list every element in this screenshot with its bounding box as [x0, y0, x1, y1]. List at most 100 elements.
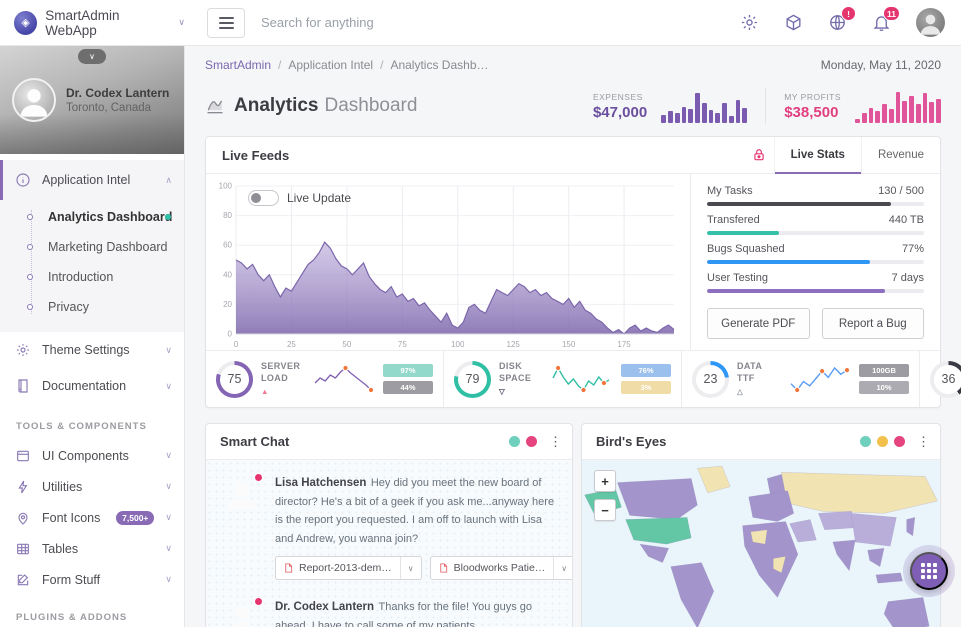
settings-gear-icon[interactable]: [740, 13, 759, 32]
map-pin-icon: [15, 510, 31, 526]
smart-chat-title: Smart Chat: [206, 434, 289, 449]
active-page-dot: [165, 214, 171, 220]
sender-name: Dr. Codex Lantern: [275, 601, 374, 613]
status-badge: 3%: [621, 381, 671, 394]
world-map-area: + −: [582, 460, 940, 627]
status-badge: 76%: [621, 364, 671, 377]
disk-space-ring: 79: [454, 361, 491, 398]
live-feeds-tabs: Live Stats Revenue: [752, 137, 940, 173]
disk-space-sparkline: [549, 364, 613, 394]
edit-pencil-icon: [15, 572, 31, 588]
sidebar-item-font-icons[interactable]: Font Icons 7,500+ ∨: [0, 502, 184, 533]
attachment-bloodworks-pdf[interactable]: Bloodworks Patie… ∨: [430, 556, 573, 580]
table-icon: [15, 541, 31, 557]
chevron-down-icon: ∨: [165, 450, 172, 461]
sidebar-item-tables[interactable]: Tables ∨: [0, 533, 184, 564]
chevron-down-icon: ∨: [165, 574, 172, 585]
breadcrumb-smartadmin[interactable]: SmartAdmin: [205, 58, 271, 72]
online-status-dot: [254, 597, 263, 606]
teal-dot: [860, 436, 871, 447]
trend-up-icon: ▲: [261, 387, 303, 397]
sidebar-item-documentation[interactable]: Documentation ∨: [0, 368, 184, 404]
chevron-down-icon: ∨: [165, 381, 172, 392]
attachment-report-pdf[interactable]: Report-2013-dem… ∨: [275, 556, 422, 580]
generate-pdf-button[interactable]: Generate PDF: [707, 308, 810, 339]
page-header: Analytics Dashboard EXPENSES $47,000 MY …: [185, 84, 961, 136]
tab-live-stats[interactable]: Live Stats: [774, 137, 861, 173]
top-navbar: ◈ SmartAdmin WebApp ∨ ! 11: [0, 0, 961, 46]
current-date: Monday, May 11, 2020: [821, 58, 941, 72]
user-avatar[interactable]: [916, 8, 945, 37]
teal-dot: [509, 436, 520, 447]
svg-text:40: 40: [223, 270, 232, 279]
sidebar-item-utilities[interactable]: Utilities ∨: [0, 471, 184, 502]
svg-text:100: 100: [451, 340, 465, 349]
tab-revenue[interactable]: Revenue: [861, 137, 940, 173]
panel-menu-icon[interactable]: ⋮: [909, 434, 940, 450]
breadcrumb-current: Analytics Dashb…: [390, 58, 488, 72]
chevron-down-icon: ∨: [165, 345, 172, 356]
stat-value: 77%: [902, 243, 924, 255]
chat-messages: Lisa Hatchensen Hey did you meet the new…: [206, 460, 572, 627]
world-map[interactable]: [582, 460, 940, 627]
svg-text:175: 175: [617, 340, 631, 349]
stat-label: Transfered: [707, 214, 760, 226]
sidebar-item-introduction[interactable]: Introduction: [0, 262, 184, 292]
pink-dot: [526, 436, 537, 447]
profits-value: $38,500: [784, 104, 841, 121]
notifications-bell-icon[interactable]: 11: [872, 13, 891, 32]
app-window: ◈ SmartAdmin WebApp ∨ ! 11: [0, 0, 961, 627]
chevron-down-icon: ∨: [178, 17, 185, 28]
font-icons-count-badge: 7,500+: [116, 511, 154, 525]
birds-eyes-panel: Bird's Eyes ⋮ + −: [581, 423, 941, 627]
info-icon: [15, 172, 31, 188]
map-zoom-out-button[interactable]: −: [594, 499, 616, 521]
profits-stat: MY PROFITS $38,500: [784, 92, 841, 121]
app-launcher-fab[interactable]: [910, 552, 948, 590]
alert-badge: !: [841, 6, 856, 21]
avatar: [222, 597, 262, 627]
bugs-squashed-progress: [707, 260, 870, 264]
brand-area[interactable]: ◈ SmartAdmin WebApp ∨: [0, 8, 185, 38]
panel-menu-icon[interactable]: ⋮: [541, 434, 572, 450]
sidebar-item-form-stuff[interactable]: Form Stuff ∨: [0, 564, 184, 595]
live-chart-area: Live Update 0204060801000255075100125150…: [206, 174, 690, 350]
status-badge: 44%: [383, 381, 433, 394]
live-update-toggle[interactable]: [248, 190, 279, 206]
svg-text:50: 50: [342, 340, 351, 349]
stat-label: My Tasks: [707, 185, 753, 197]
search-input[interactable]: [261, 15, 561, 30]
data-ttf-ring: 23: [692, 361, 729, 398]
temp-ring: 36: [930, 361, 961, 398]
svg-text:125: 125: [507, 340, 521, 349]
menu-toggle-button[interactable]: [207, 8, 245, 38]
trend-up-icon: △: [737, 387, 779, 397]
sidebar-item-analytics-dashboard[interactable]: Analytics Dashboard: [0, 202, 184, 232]
breadcrumb-application-intel[interactable]: Application Intel: [288, 58, 373, 72]
globe-alerts-icon[interactable]: !: [828, 13, 847, 32]
profile-avatar[interactable]: [12, 78, 56, 122]
report-bug-button[interactable]: Report a Bug: [822, 308, 925, 339]
stat-label: User Testing: [707, 272, 768, 284]
apps-cube-icon[interactable]: [784, 13, 803, 32]
sidebar-item-privacy[interactable]: Privacy: [0, 292, 184, 322]
attachments-row: Report-2013-dem… ∨ Bloodworks Patie… ∨: [206, 547, 572, 584]
map-zoom-in-button[interactable]: +: [594, 470, 616, 492]
my-tasks-progress: [707, 202, 891, 206]
breadcrumb: SmartAdmin / Application Intel / Analyti…: [185, 46, 961, 84]
sidebar-item-ui-components[interactable]: UI Components ∨: [0, 440, 184, 471]
online-status-dot: [254, 473, 263, 482]
svg-text:20: 20: [223, 300, 232, 309]
profile-name: Dr. Codex Lantern: [66, 86, 169, 100]
navbar-actions: ! 11: [740, 8, 961, 37]
yellow-dot: [877, 436, 888, 447]
svg-text:25: 25: [287, 340, 296, 349]
sidebar-item-application-intel[interactable]: Application Intel ∧: [0, 160, 184, 200]
sidebar-item-marketing-dashboard[interactable]: Marketing Dashboard: [0, 232, 184, 262]
chevron-down-icon[interactable]: ∨: [400, 557, 421, 579]
profile-collapse-button[interactable]: ∨: [78, 49, 106, 64]
chevron-down-icon[interactable]: ∨: [553, 557, 573, 579]
live-feeds-panel: Live Feeds Live Stats Revenue Live Updat…: [205, 136, 941, 408]
stat-value: 130 / 500: [878, 185, 924, 197]
sidebar-item-theme-settings[interactable]: Theme Settings ∨: [0, 332, 184, 368]
